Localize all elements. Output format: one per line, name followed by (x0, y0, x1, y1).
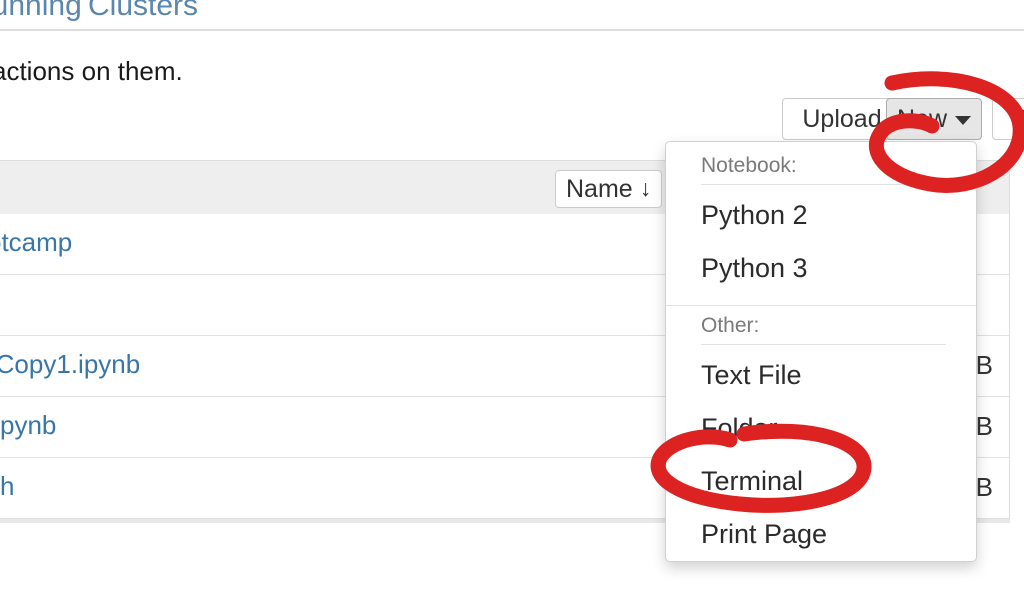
menu-header-rule (701, 184, 946, 185)
refresh-icon (1009, 107, 1024, 131)
menu-item-print-page[interactable]: Print Page (666, 508, 976, 561)
tab-clusters[interactable]: Clusters (88, 0, 198, 23)
jupyter-file-browser-screenshot: Running Clusters orm actions on them. Up… (0, 0, 1024, 608)
upload-button[interactable]: Upload (782, 98, 902, 140)
menu-header-rule (701, 344, 946, 345)
file-name-link[interactable]: otcamp (0, 227, 72, 258)
menu-section-header-notebook: Notebook: (666, 146, 976, 184)
sort-by-name-button[interactable]: Name ↓ (555, 170, 662, 208)
nav-tabstrip: Running Clusters (0, 0, 1024, 30)
menu-item-folder[interactable]: Folder (666, 402, 976, 455)
new-button-label: New (897, 105, 947, 134)
chevron-down-icon (955, 116, 971, 125)
file-name-link[interactable]: sh (0, 471, 14, 502)
file-name-link[interactable]: .ipynb (0, 410, 56, 441)
menu-item-terminal[interactable]: Terminal (666, 455, 976, 508)
file-name-link[interactable]: -Copy1.ipynb (0, 349, 140, 380)
nav-divider (0, 29, 1024, 31)
arrow-down-icon: ↓ (640, 177, 652, 200)
new-button[interactable]: New (886, 98, 982, 140)
sort-button-label: Name (566, 175, 633, 204)
tab-running[interactable]: Running (0, 0, 82, 23)
menu-section-header-other: Other: (666, 306, 976, 344)
menu-item-python-2[interactable]: Python 2 (666, 189, 976, 242)
upload-button-label: Upload (802, 105, 881, 134)
menu-item-text-file[interactable]: Text File (666, 349, 976, 402)
refresh-button[interactable] (992, 98, 1024, 140)
menu-item-python-3[interactable]: Python 3 (666, 242, 976, 295)
new-dropdown-menu: Notebook: Python 2 Python 3 Other: Text … (665, 141, 977, 562)
page-description: orm actions on them. (0, 56, 183, 87)
